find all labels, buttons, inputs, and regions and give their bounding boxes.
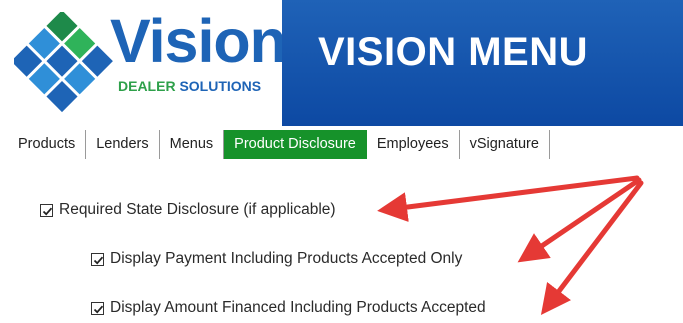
red-arrow-icon: [540, 180, 644, 315]
annotation-arrows: [377, 175, 644, 315]
